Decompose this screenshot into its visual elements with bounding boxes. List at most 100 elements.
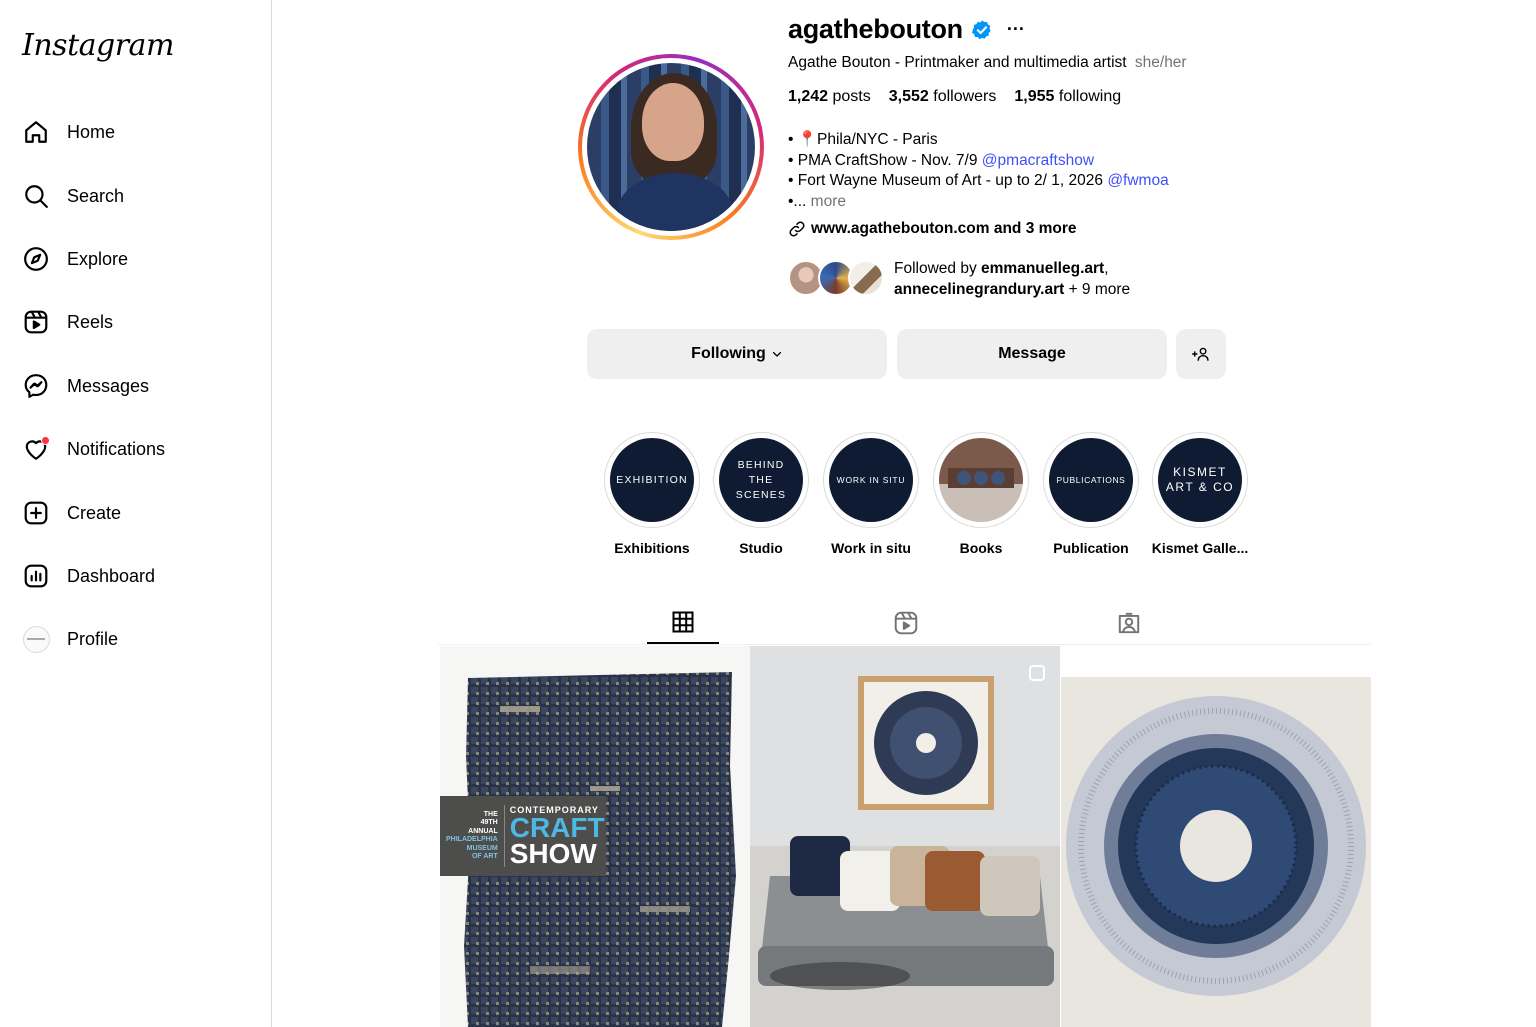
grid-icon bbox=[672, 611, 694, 633]
sidebar-item-reels[interactable]: Reels bbox=[14, 298, 258, 346]
highlight-ring: BEHIND THE SCENES bbox=[713, 432, 809, 528]
highlight-ring: EXHIBITION bbox=[604, 432, 700, 528]
highlight-studio[interactable]: BEHIND THE SCENES Studio bbox=[712, 432, 810, 556]
highlight-cover: WORK IN SITU bbox=[829, 438, 913, 522]
bar-chart-icon bbox=[22, 562, 50, 590]
craft-show-overlay: THE 49TH ANNUAL PHILADELPHIA MUSEUM OF A… bbox=[440, 796, 606, 876]
grid-post[interactable] bbox=[1061, 646, 1371, 1027]
followers-count-link[interactable]: 3,552 followers bbox=[889, 88, 997, 106]
grid-post[interactable] bbox=[750, 646, 1060, 1027]
profile-stats: 1,242 posts 3,552 followers 1,955 follow… bbox=[788, 88, 1139, 106]
highlight-cover: EXHIBITION bbox=[610, 438, 694, 522]
tab-tagged[interactable] bbox=[1093, 602, 1165, 644]
plus-square-icon bbox=[22, 499, 50, 527]
profile-avatar-frame bbox=[582, 58, 760, 236]
highlight-publication[interactable]: PUBLICATIONS Publication bbox=[1042, 432, 1140, 556]
profile-website-link[interactable]: www.agathebouton.com and 3 more bbox=[788, 220, 1077, 238]
craft-show-small-text: THE 49TH ANNUAL PHILADELPHIA MUSEUM OF A… bbox=[446, 810, 498, 861]
sidebar-item-notifications[interactable]: Notifications bbox=[14, 425, 258, 473]
sidebar-item-home[interactable]: Home bbox=[14, 108, 258, 156]
highlight-cover: PUBLICATIONS bbox=[1049, 438, 1133, 522]
website-link-text: www.agathebouton.com and 3 more bbox=[811, 220, 1077, 237]
mention-link[interactable]: @pmacraftshow bbox=[982, 152, 1094, 169]
circular-artwork-image bbox=[1061, 646, 1371, 1027]
profile-fullname-row: Agathe Bouton - Printmaker and multimedi… bbox=[788, 54, 1187, 72]
posts-count: 1,242 posts bbox=[788, 88, 871, 105]
followed-by-text: Followed by emmanuelleg.art, annecelineg… bbox=[894, 260, 1131, 298]
search-icon bbox=[22, 182, 50, 210]
sidebar-item-label: Messages bbox=[67, 375, 150, 396]
profile-full-name: Agathe Bouton - Printmaker and multimedi… bbox=[788, 54, 1127, 71]
book-image-icon bbox=[948, 468, 1014, 488]
home-icon bbox=[22, 118, 50, 146]
heart-icon bbox=[22, 435, 50, 463]
messenger-icon bbox=[22, 372, 50, 400]
followed-by-row[interactable]: Followed by emmanuelleg.art, annecelineg… bbox=[788, 258, 1130, 300]
highlight-exhibitions[interactable]: EXHIBITION Exhibitions bbox=[603, 432, 701, 556]
sidebar-item-explore[interactable]: Explore bbox=[14, 235, 258, 283]
profile-avatar-image bbox=[587, 63, 755, 231]
more-options-button[interactable]: ··· bbox=[1007, 19, 1025, 40]
highlight-work-in-situ[interactable]: WORK IN SITU Work in situ bbox=[822, 432, 920, 556]
highlight-label: Work in situ bbox=[831, 540, 911, 556]
sidebar-item-label: Reels bbox=[67, 311, 114, 332]
interior-artwork-image bbox=[750, 646, 1060, 1027]
sidebar-item-messages[interactable]: Messages bbox=[14, 362, 258, 410]
sidebar-item-profile[interactable]: Profile bbox=[14, 615, 258, 663]
sidebar-item-label: Dashboard bbox=[67, 565, 156, 586]
reels-icon bbox=[894, 611, 918, 635]
profile-username: agathebouton bbox=[788, 14, 963, 44]
avatar-body-shape bbox=[617, 173, 733, 231]
highlight-label: Studio bbox=[739, 540, 783, 556]
sidebar-item-label: Home bbox=[67, 121, 116, 142]
tab-reels[interactable] bbox=[870, 602, 942, 644]
avatar bbox=[848, 260, 884, 296]
sidebar-item-search[interactable]: Search bbox=[14, 172, 258, 220]
sidebar-item-label: Explore bbox=[67, 248, 129, 269]
sidebar-item-label: Create bbox=[67, 502, 122, 523]
mention-link[interactable]: @fwmoa bbox=[1107, 172, 1168, 189]
following-button[interactable]: Following bbox=[587, 329, 887, 379]
highlight-books[interactable]: Books bbox=[932, 432, 1030, 556]
profile-avatar-story-ring[interactable] bbox=[578, 54, 764, 240]
grid-post[interactable]: THE 49TH ANNUAL PHILADELPHIA MUSEUM OF A… bbox=[440, 646, 750, 1027]
add-user-icon bbox=[1192, 347, 1209, 361]
instagram-logo[interactable]: Instagram bbox=[22, 28, 174, 63]
craft-show-wordmark: CONTEMPORARY CRAFT SHOW bbox=[503, 805, 605, 868]
highlight-cover: BEHIND THE SCENES bbox=[719, 438, 803, 522]
sidebar-item-label: Profile bbox=[67, 628, 119, 649]
highlight-ring: WORK IN SITU bbox=[823, 432, 919, 528]
highlight-label: Publication bbox=[1053, 540, 1129, 556]
message-button[interactable]: Message bbox=[897, 329, 1167, 379]
tab-posts[interactable] bbox=[647, 602, 719, 644]
highlight-ring bbox=[933, 432, 1029, 528]
highlight-kismet[interactable]: KISMET ART & CO Kismet Galle... bbox=[1151, 432, 1249, 556]
bio-line: • Fort Wayne Museum of Art - up to 2/ 1,… bbox=[788, 172, 1169, 189]
avatar-face-shape bbox=[642, 83, 704, 161]
reels-icon bbox=[22, 308, 50, 336]
follower-avatars bbox=[788, 258, 888, 298]
bio-line: • PMA CraftShow - Nov. 7/9 @pmacraftshow bbox=[788, 151, 1095, 169]
sidebar-item-label: Search bbox=[67, 185, 125, 206]
bio-line: •... more bbox=[788, 192, 846, 210]
bio-more-link[interactable]: more bbox=[811, 193, 846, 210]
suggested-users-button[interactable] bbox=[1176, 329, 1226, 379]
highlight-ring: KISMET ART & CO bbox=[1152, 432, 1248, 528]
highlight-label: Books bbox=[959, 540, 1003, 556]
highlight-cover: KISMET ART & CO bbox=[1158, 438, 1242, 522]
profile-avatar bbox=[22, 625, 50, 653]
bio-line: • 📍Phila/NYC - Paris bbox=[788, 131, 938, 148]
sidebar-item-dashboard[interactable]: Dashboard bbox=[14, 552, 258, 600]
sidebar-item-label: Notifications bbox=[67, 438, 166, 459]
avatar bbox=[22, 625, 50, 653]
tabs-divider bbox=[438, 644, 1371, 645]
highlight-label: Exhibitions bbox=[614, 540, 690, 556]
profile-bio: • 📍Phila/NYC - Paris • PMA CraftShow - N… bbox=[788, 130, 1169, 212]
following-count-link[interactable]: 1,955 following bbox=[1014, 88, 1121, 106]
message-button-label: Message bbox=[998, 345, 1066, 362]
profile-pronouns: she/her bbox=[1134, 54, 1187, 71]
following-button-label: Following bbox=[691, 345, 766, 362]
sidebar-item-create[interactable]: Create bbox=[14, 489, 258, 537]
highlight-ring: PUBLICATIONS bbox=[1043, 432, 1139, 528]
verified-badge-icon bbox=[971, 19, 991, 39]
